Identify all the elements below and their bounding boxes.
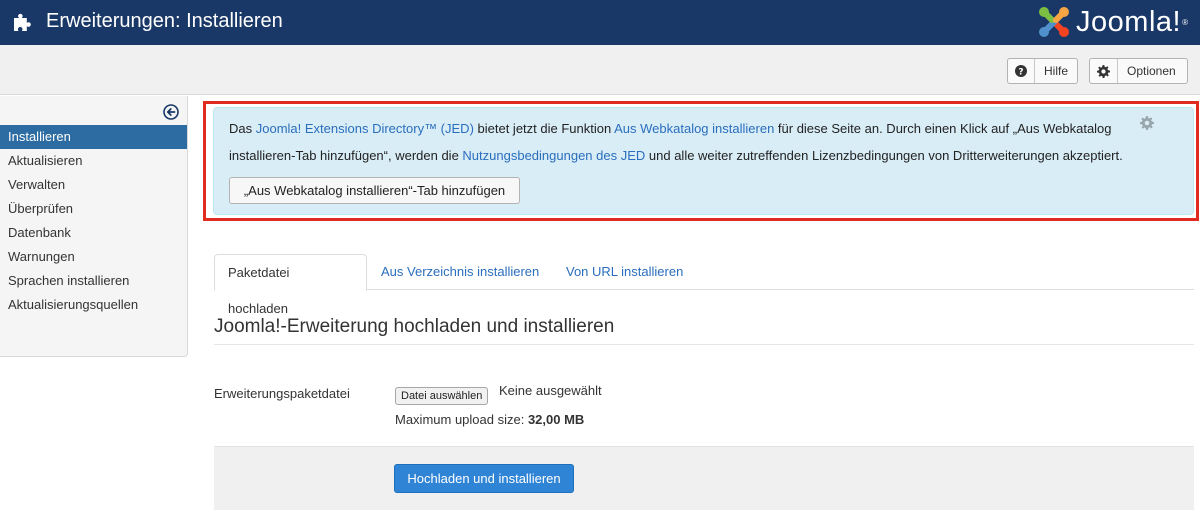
divider — [214, 344, 1194, 345]
logo-registered-mark: ® — [1182, 17, 1188, 27]
gear-icon — [1090, 59, 1118, 83]
file-status: Keine ausgewählt — [499, 383, 602, 398]
jed-text: und alle weiter zutreffenden Lizenzbedin… — [645, 148, 1123, 163]
jed-message-line-1: Das Joomla! Extensions Directory™ (JED) … — [229, 121, 1112, 137]
jed-terms-link[interactable]: Nutzungsbedingungen des JED — [462, 148, 645, 163]
sidebar-item-sprachen-installieren[interactable]: Sprachen installieren — [0, 269, 187, 293]
add-install-from-web-tab-button[interactable]: „Aus Webkatalog installieren“-Tab hinzuf… — [229, 177, 520, 204]
jed-message-line-2: installieren-Tab hinzufügen“, werden die… — [229, 148, 1123, 164]
help-button-label: Hilfe — [1043, 64, 1068, 78]
toolbar: ? Hilfe Optionen — [0, 45, 1200, 95]
jed-link[interactable]: Joomla! Extensions Directory™ (JED) — [256, 121, 474, 136]
sidebar: Installieren Aktualisieren Verwalten Übe… — [0, 96, 188, 357]
jed-text: für diese Seite an. Durch einen Klick au… — [774, 121, 1112, 136]
sidebar-item-verwalten[interactable]: Verwalten — [0, 173, 187, 197]
logo-text: Joomla! — [1076, 5, 1182, 38]
package-file-label: Erweiterungspaketdatei — [214, 386, 350, 401]
header-bar: Erweiterungen: Installieren Joomla! ® — [0, 0, 1200, 45]
sidebar-item-aktualisieren[interactable]: Aktualisieren — [0, 149, 187, 173]
max-upload-size: Maximum upload size: 32,00 MB — [395, 412, 584, 427]
sidebar-item-installieren[interactable]: Installieren — [0, 125, 187, 149]
sidebar-menu: Installieren Aktualisieren Verwalten Übe… — [0, 125, 187, 317]
arrow-left-circle-icon[interactable] — [163, 104, 179, 120]
question-circle-icon: ? — [1008, 59, 1035, 83]
joomla-logo-icon — [1039, 7, 1070, 37]
tab-install-from-url[interactable]: Von URL installieren — [553, 254, 696, 290]
sidebar-item-ueberpruefen[interactable]: Überprüfen — [0, 197, 187, 221]
install-from-web-link[interactable]: Aus Webkatalog installieren — [614, 121, 774, 136]
sidebar-item-datenbank[interactable]: Datenbank — [0, 221, 187, 245]
joomla-logo[interactable]: Joomla! ® — [1036, 2, 1188, 42]
sidebar-item-warnungen[interactable]: Warnungen — [0, 245, 187, 269]
jed-text: bietet jetzt die Funktion — [473, 121, 615, 136]
jed-info-message: Das Joomla! Extensions Directory™ (JED) … — [213, 107, 1194, 215]
upload-and-install-button[interactable]: Hochladen und installieren — [394, 464, 574, 493]
help-button[interactable]: ? Hilfe — [1007, 58, 1078, 84]
section-heading: Joomla!-Erweiterung hochladen und instal… — [214, 316, 615, 337]
puzzle-piece-icon — [14, 13, 31, 32]
max-upload-size-label: Maximum upload size: — [395, 412, 528, 427]
max-upload-size-value: 32,00 MB — [527, 412, 585, 427]
tab-upload-package[interactable]: Paketdatei hochladen — [214, 254, 367, 316]
jed-text: Das — [229, 121, 256, 136]
choose-file-button[interactable]: Datei auswählen — [395, 387, 489, 405]
gear-icon[interactable] — [1140, 116, 1154, 130]
page-title: Erweiterungen: Installieren — [46, 10, 283, 32]
install-tabs: Paketdatei hochladen Aus Verzeichnis ins… — [214, 254, 1194, 316]
svg-text:?: ? — [1018, 68, 1023, 78]
tab-install-from-folder[interactable]: Aus Verzeichnis installieren — [368, 254, 552, 290]
form-actions: Hochladen und installieren — [214, 446, 1194, 510]
options-button-label: Optionen — [1127, 64, 1176, 78]
sidebar-item-aktualisierungsquellen[interactable]: Aktualisierungsquellen — [0, 293, 187, 317]
options-button[interactable]: Optionen — [1089, 58, 1188, 84]
jed-text: installieren-Tab hinzufügen“, werden die — [229, 148, 463, 163]
